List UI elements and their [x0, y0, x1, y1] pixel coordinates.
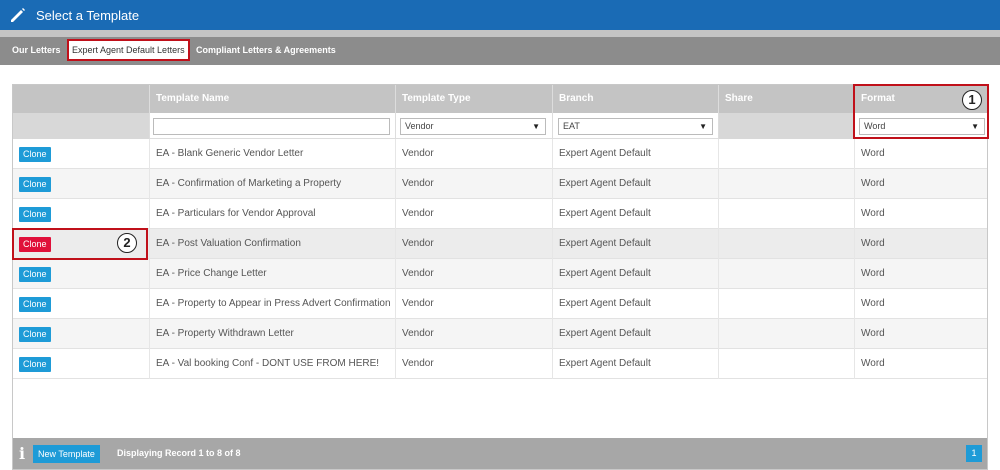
cell-branch: Expert Agent Default	[552, 319, 718, 349]
filter-cell-branch: EAT ▼	[552, 113, 718, 139]
filter-cell-name	[149, 113, 395, 139]
tab-our-letters[interactable]: Our Letters	[12, 39, 61, 61]
header-template-type[interactable]: Template Type	[395, 85, 552, 113]
cell-template-type: Vendor	[395, 169, 552, 199]
record-count-text: Displaying Record 1 to 8 of 8	[117, 448, 241, 458]
cell-template-name: EA - Val booking Conf - DONT USE FROM HE…	[149, 349, 395, 379]
format-filter-value: Word	[864, 121, 886, 131]
dropdown-arrow-icon: ▼	[699, 122, 707, 131]
table-row: Clone EA - Val booking Conf - DONT USE F…	[13, 349, 987, 379]
clone-button[interactable]: Clone	[19, 147, 51, 162]
branch-filter-value: EAT	[563, 121, 580, 131]
cell-template-name: EA - Particulars for Vendor Approval	[149, 199, 395, 229]
cell-template-name: EA - Property to Appear in Press Advert …	[149, 289, 395, 319]
table-row: Clone EA - Particulars for Vendor Approv…	[13, 199, 987, 229]
cell-template-name: EA - Confirmation of Marketing a Propert…	[149, 169, 395, 199]
cell-share	[718, 289, 854, 319]
clone-button[interactable]: Clone	[19, 177, 51, 192]
template-type-filter-value: Vendor	[405, 121, 434, 131]
clone-button[interactable]: Clone	[19, 327, 51, 342]
tab-bar: Our Letters Expert Agent Default Letters…	[0, 37, 1000, 65]
cell-share	[718, 319, 854, 349]
header-share[interactable]: Share	[718, 85, 854, 113]
template-name-filter-input[interactable]	[153, 118, 390, 135]
callout-2: 2	[117, 233, 137, 253]
cell-template-type: Vendor	[395, 289, 552, 319]
tab-expert-agent-default-letters[interactable]: Expert Agent Default Letters	[67, 39, 190, 61]
table-row: Clone EA - Property Withdrawn Letter Ven…	[13, 319, 987, 349]
header-actions	[13, 85, 149, 113]
title-subbar	[0, 30, 1000, 37]
window-title: Select a Template	[36, 7, 140, 23]
branch-filter-select[interactable]: EAT ▼	[558, 118, 713, 135]
cell-branch: Expert Agent Default	[552, 169, 718, 199]
filter-cell-format: Word ▼	[854, 113, 987, 139]
cell-branch: Expert Agent Default	[552, 289, 718, 319]
cell-template-name: EA - Price Change Letter	[149, 259, 395, 289]
cell-share	[718, 139, 854, 169]
cell-template-name: EA - Blank Generic Vendor Letter	[149, 139, 395, 169]
clone-button[interactable]: Clone	[19, 267, 51, 282]
cell-template-type: Vendor	[395, 259, 552, 289]
filter-blank	[13, 113, 149, 139]
header-template-name[interactable]: Template Name	[149, 85, 395, 113]
cell-branch: Expert Agent Default	[552, 199, 718, 229]
cell-share	[718, 199, 854, 229]
callout-1: 1	[962, 90, 982, 110]
new-template-button[interactable]: New Template	[33, 445, 100, 463]
cell-format: Word	[854, 199, 987, 229]
info-icon: i	[19, 444, 26, 463]
pencil-icon	[11, 8, 25, 22]
cell-format: Word	[854, 139, 987, 169]
format-filter-select[interactable]: Word ▼	[859, 118, 985, 135]
table-row: Clone EA - Price Change Letter Vendor Ex…	[13, 259, 987, 289]
filter-row: Vendor ▼ EAT ▼ Word ▼	[13, 113, 987, 139]
cell-format: Word	[854, 349, 987, 379]
table-row: Clone EA - Blank Generic Vendor Letter V…	[13, 139, 987, 169]
cell-branch: Expert Agent Default	[552, 259, 718, 289]
clone-button-active[interactable]: Clone	[19, 237, 51, 252]
cell-branch: Expert Agent Default	[552, 349, 718, 379]
cell-branch: Expert Agent Default	[552, 139, 718, 169]
clone-button[interactable]: Clone	[19, 207, 51, 222]
grid-header: Template Name Template Type Branch Share…	[13, 85, 987, 113]
cell-template-type: Vendor	[395, 139, 552, 169]
cell-format: Word	[854, 319, 987, 349]
cell-template-type: Vendor	[395, 349, 552, 379]
cell-template-name: EA - Post Valuation Confirmation	[149, 229, 395, 259]
table-row: Clone EA - Property to Appear in Press A…	[13, 289, 987, 319]
filter-cell-type: Vendor ▼	[395, 113, 552, 139]
clone-button[interactable]: Clone	[19, 357, 51, 372]
table-row-selected: Clone EA - Post Valuation Confirmation V…	[13, 229, 987, 259]
cell-share	[718, 229, 854, 259]
cell-format: Word	[854, 289, 987, 319]
cell-share	[718, 259, 854, 289]
cell-template-type: Vendor	[395, 199, 552, 229]
cell-format: Word	[854, 169, 987, 199]
clone-button[interactable]: Clone	[19, 297, 51, 312]
cell-template-type: Vendor	[395, 229, 552, 259]
grid-footer: i New Template Displaying Record 1 to 8 …	[13, 438, 987, 469]
cell-template-type: Vendor	[395, 319, 552, 349]
table-row: Clone EA - Confirmation of Marketing a P…	[13, 169, 987, 199]
window-titlebar: Select a Template	[0, 0, 1000, 30]
templates-grid: Template Name Template Type Branch Share…	[12, 84, 988, 470]
cell-format: Word	[854, 259, 987, 289]
cell-share	[718, 169, 854, 199]
template-type-filter-select[interactable]: Vendor ▼	[400, 118, 546, 135]
tab-compliant-letters-agreements[interactable]: Compliant Letters & Agreements	[196, 39, 336, 61]
page-1-button[interactable]: 1	[966, 445, 982, 462]
dropdown-arrow-icon: ▼	[532, 122, 540, 131]
cell-branch: Expert Agent Default	[552, 229, 718, 259]
cell-format: Word	[854, 229, 987, 259]
header-branch[interactable]: Branch	[552, 85, 718, 113]
dropdown-arrow-icon: ▼	[971, 122, 979, 131]
cell-template-name: EA - Property Withdrawn Letter	[149, 319, 395, 349]
filter-blank-share	[718, 113, 854, 139]
cell-share	[718, 349, 854, 379]
